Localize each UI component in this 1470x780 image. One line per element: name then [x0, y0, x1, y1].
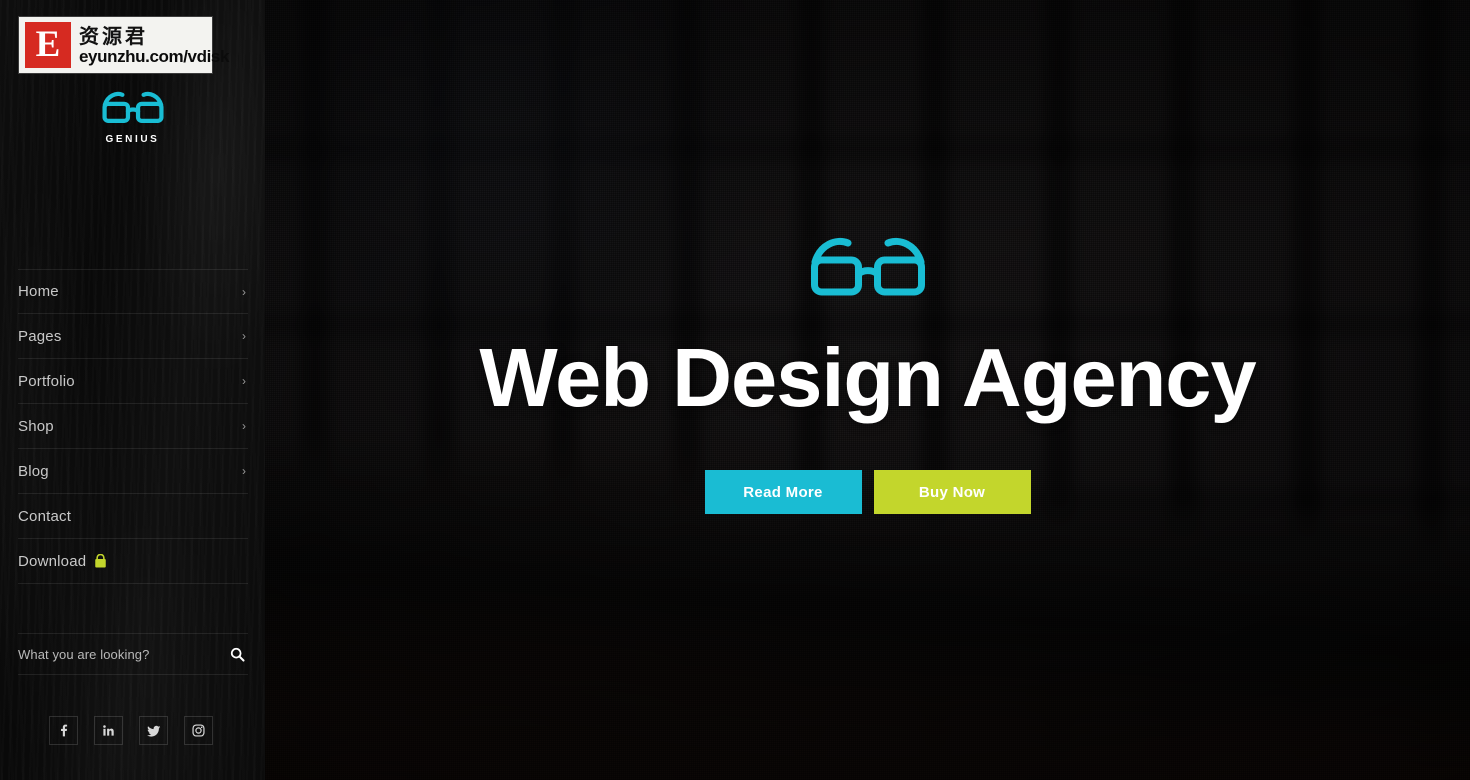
- chevron-right-icon: ›: [242, 419, 246, 433]
- social-link-facebook[interactable]: [49, 716, 78, 745]
- page-root: Web Design Agency Read More Buy Now E 资源…: [0, 0, 1470, 780]
- sidebar-item-label: Contact: [18, 507, 72, 525]
- search-bar[interactable]: [18, 633, 248, 675]
- chevron-right-icon: ›: [242, 374, 246, 388]
- sidebar-item-blog[interactable]: Blog ›: [18, 449, 248, 494]
- sidebar-item-portfolio[interactable]: Portfolio ›: [18, 359, 248, 404]
- watermark-logo-letter: E: [25, 22, 71, 68]
- chevron-right-icon: ›: [242, 464, 246, 478]
- brand-name: GENIUS: [105, 134, 160, 145]
- social-link-twitter[interactable]: [139, 716, 168, 745]
- page-title: Web Design Agency: [479, 331, 1256, 424]
- search-input[interactable]: [18, 646, 226, 662]
- instagram-icon: [192, 724, 205, 737]
- hero-section: Web Design Agency Read More Buy Now: [265, 0, 1470, 780]
- watermark-url: eyunzhu.com/vdisk: [79, 46, 230, 66]
- hero-content: Web Design Agency Read More Buy Now: [265, 0, 1470, 780]
- search-button[interactable]: [226, 643, 248, 665]
- sidebar-item-label: Shop: [18, 417, 54, 435]
- sidebar: E 资源君 eyunzhu.com/vdisk GENIUS Home › Pa…: [0, 0, 265, 780]
- sidebar-item-contact[interactable]: Contact: [18, 494, 248, 539]
- sidebar-item-shop[interactable]: Shop ›: [18, 404, 248, 449]
- linkedin-icon: [103, 725, 114, 736]
- watermark-text: 资源君 eyunzhu.com/vdisk: [79, 26, 229, 65]
- buy-now-button[interactable]: Buy Now: [873, 470, 1031, 514]
- watermark-badge: E 资源君 eyunzhu.com/vdisk: [18, 16, 229, 74]
- hero-cta-group: Read More Buy Now: [704, 470, 1031, 514]
- search-icon: [230, 647, 245, 662]
- watermark-chinese-text: 资源君: [79, 23, 148, 48]
- sidebar-item-home[interactable]: Home ›: [18, 269, 248, 314]
- sidebar-item-label: Blog: [18, 462, 49, 480]
- sidebar-item-pages[interactable]: Pages ›: [18, 314, 248, 359]
- sidebar-item-label: Download: [18, 552, 87, 570]
- sidebar-item-download[interactable]: Download: [18, 539, 248, 584]
- shopping-bag-icon: [95, 553, 107, 567]
- sidebar-item-label: Portfolio: [18, 372, 75, 390]
- twitter-icon: [146, 725, 160, 737]
- chevron-right-icon: ›: [242, 284, 246, 299]
- facebook-icon: [61, 724, 68, 737]
- glasses-icon: [810, 237, 925, 296]
- social-link-instagram[interactable]: [184, 716, 213, 745]
- chevron-right-icon: ›: [242, 329, 246, 343]
- sidebar-item-label: Home: [18, 283, 59, 300]
- sidebar-item-label-wrap: Download: [18, 553, 108, 570]
- sidebar-item-label: Pages: [18, 327, 62, 345]
- main-navigation: Home › Pages › Portfolio › Shop › Blog ›…: [18, 269, 248, 584]
- social-link-linkedin[interactable]: [94, 716, 123, 745]
- brand-block[interactable]: GENIUS: [0, 90, 265, 145]
- glasses-icon: [101, 91, 164, 123]
- social-links: [49, 716, 213, 745]
- read-more-button[interactable]: Read More: [704, 470, 862, 514]
